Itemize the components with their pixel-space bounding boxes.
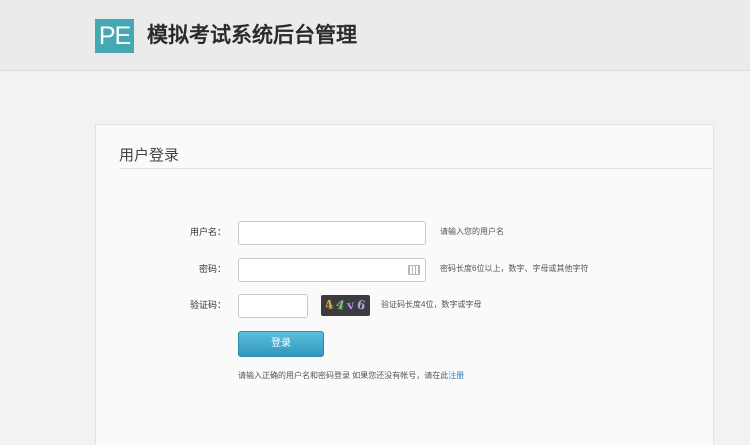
site-title: 模拟考试系统后台管理 [147,24,357,47]
login-button[interactable]: 登录 [238,331,324,357]
captcha-label: 验证码： [189,300,226,310]
password-label: 密码： [198,264,226,274]
login-note-text: 请输入正确的用户名和密码登录 如果您还没有帐号，请在此 [238,371,449,380]
captcha-char: 4 [323,297,335,313]
captcha-char: 4 [334,297,347,313]
password-hint: 密码长度6位以上，数字、字母或其他字符 [440,264,589,273]
login-note: 请输入正确的用户名和密码登录 如果您还没有帐号，请在此注册 [238,366,464,386]
panel-title: 用户登录 [119,147,180,164]
username-hint: 请输入您的用户名 [440,227,504,236]
panel-divider [119,168,713,169]
captcha-hint: 验证码长度4位，数字或字母 [381,300,482,309]
username-label: 用户名： [189,227,226,237]
keyboard-icon[interactable] [408,265,420,275]
register-link[interactable]: 注册 [448,371,464,380]
captcha-char: 6 [355,297,367,313]
password-field[interactable] [238,258,426,282]
pe-logo: PE [95,19,134,53]
login-panel: 用户登录 用户名： 请输入您的用户名 密码： 密码长度6位以上，数字、字母或其他… [95,124,714,445]
captcha-image[interactable]: 4 4 v 6 [321,295,370,316]
top-header: PE 模拟考试系统后台管理 [0,0,750,71]
username-input[interactable] [238,221,426,245]
captcha-char: v [346,297,355,313]
captcha-input[interactable] [238,294,308,318]
